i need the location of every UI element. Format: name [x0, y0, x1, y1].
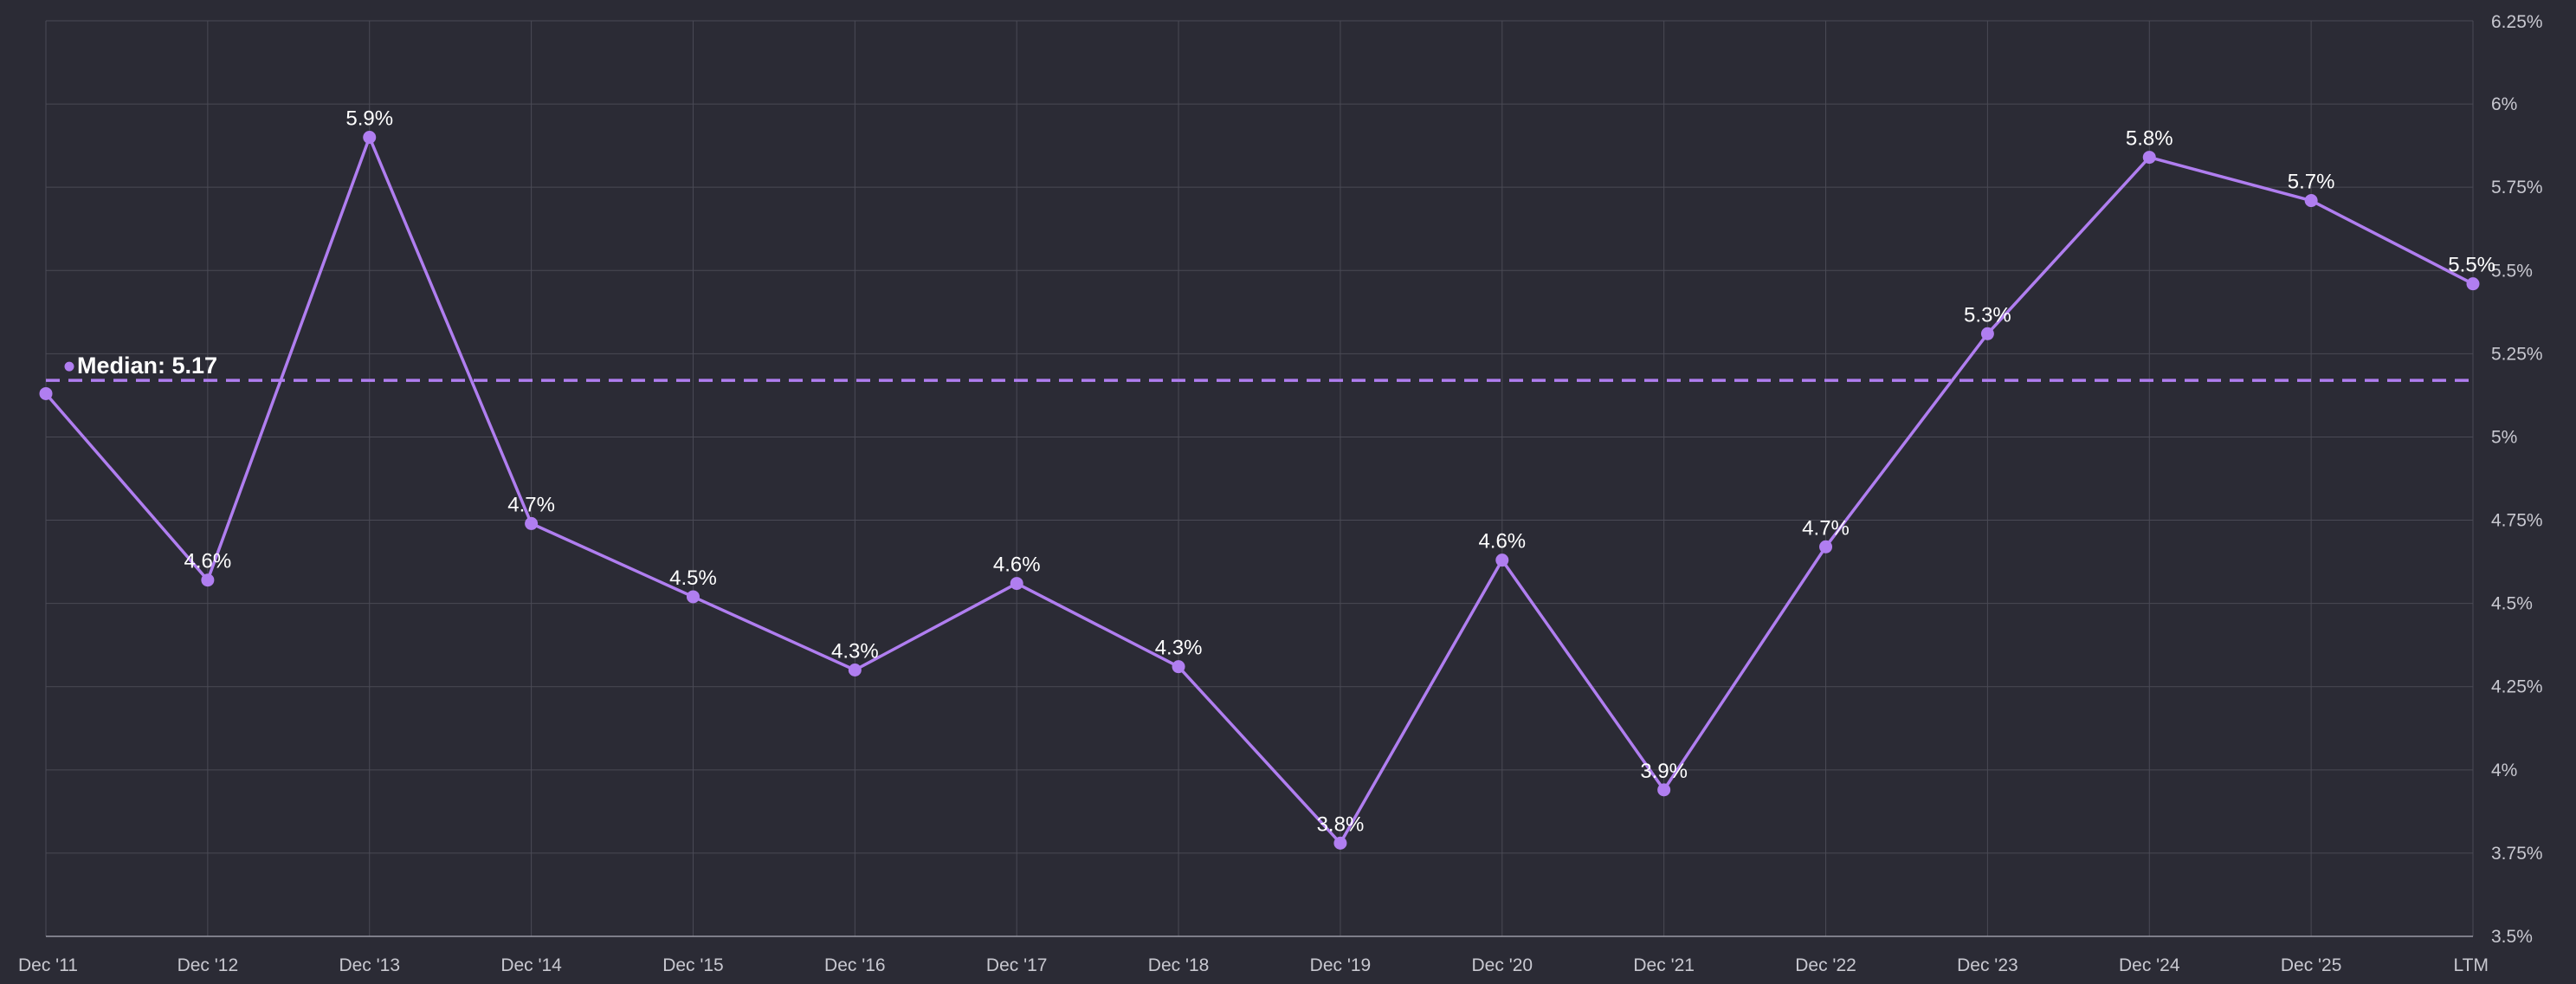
- data-point: [2142, 151, 2156, 165]
- data-label: 4.6%: [1478, 530, 1526, 554]
- x-tick-label: Dec '25: [2281, 955, 2342, 975]
- data-label: 5.8%: [2126, 127, 2173, 151]
- y-tick-label: 6%: [2491, 94, 2517, 114]
- x-tick-label: Dec '12: [178, 955, 239, 975]
- x-tick-label: Dec '23: [1957, 955, 2018, 975]
- series: [39, 131, 2480, 850]
- y-tick-label: 5%: [2491, 427, 2517, 447]
- y-tick-label: 3.5%: [2491, 927, 2533, 947]
- y-tick-label: 5.25%: [2491, 344, 2543, 364]
- data-label: 4.3%: [831, 640, 879, 664]
- x-tick-label: Dec '22: [1795, 955, 1856, 975]
- y-tick-label: 5.5%: [2491, 261, 2533, 281]
- data-point: [2466, 277, 2480, 291]
- median-marker: [64, 361, 74, 372]
- data-label: 5.7%: [2288, 171, 2335, 194]
- chart-container: 3.5% 3.75% 4% 4.25% 4.5% 4.75% 5% 5.25% 5.5% 5.75…: [0, 0, 2576, 984]
- data-label: 4.6%: [184, 550, 232, 573]
- y-tick-label: 4.75%: [2491, 511, 2543, 531]
- x-tick-label: Dec '19: [1310, 955, 1372, 975]
- x-tick-label: Dec '14: [500, 955, 562, 975]
- data-point: [525, 516, 539, 530]
- data-label: 4.7%: [1802, 516, 1850, 540]
- data-point: [1333, 836, 1347, 850]
- data-point: [1657, 783, 1671, 797]
- data-label: 4.5%: [669, 566, 717, 590]
- data-label: 4.3%: [1155, 637, 1203, 660]
- data-point: [1172, 660, 1185, 674]
- data-point: [1495, 554, 1509, 567]
- x-tick-label: Dec '18: [1148, 955, 1210, 975]
- data-point: [1010, 577, 1023, 591]
- data-point: [363, 131, 377, 145]
- y-tick-label: 3.75%: [2491, 844, 2543, 864]
- median-reference: Median: 5.17: [46, 353, 2473, 382]
- series-line: [44, 135, 2474, 845]
- x-tick-label: Dec '11: [18, 955, 78, 975]
- data-point: [848, 664, 862, 677]
- data-point: [2304, 194, 2318, 208]
- x-tick-label: Dec '13: [339, 955, 400, 975]
- data-label: 4.6%: [993, 554, 1041, 577]
- y-tick-label: 4.5%: [2491, 594, 2533, 614]
- data-label: 5.5%: [2448, 254, 2495, 277]
- x-tick-label: Dec '24: [2119, 955, 2180, 975]
- x-tick-label: Dec '20: [1472, 955, 1533, 975]
- data-labels: 4.6% 5.9% 4.7% 4.5% 4.3% 4.6% 4.3% 3.8% 4.6% 3.9%…: [184, 107, 2495, 837]
- data-point: [1980, 327, 1994, 340]
- x-tick-label: LTM: [2454, 955, 2489, 975]
- x-tick-label: Dec '21: [1633, 955, 1695, 975]
- y-tick-label: 6.25%: [2491, 12, 2543, 32]
- data-label: 3.8%: [1317, 812, 1365, 836]
- data-label: 4.7%: [507, 493, 555, 516]
- x-tick-label: Dec '15: [662, 955, 724, 975]
- x-tick-label: Dec '17: [986, 955, 1048, 975]
- data-point: [1819, 540, 1833, 554]
- y-tick-label: 4.25%: [2491, 677, 2543, 697]
- x-tick-label: Dec '16: [824, 955, 886, 975]
- data-point: [39, 386, 53, 400]
- grid: [45, 20, 2474, 936]
- median-label: Median: 5.17: [77, 353, 217, 379]
- data-label: 5.9%: [345, 107, 393, 131]
- data-label: 3.9%: [1640, 760, 1688, 783]
- line-chart: 3.5% 3.75% 4% 4.25% 4.5% 4.75% 5% 5.25% 5.5% 5.75…: [18, 12, 2543, 975]
- y-tick-label: 5.75%: [2491, 178, 2543, 197]
- data-label: 5.3%: [1964, 303, 2011, 327]
- axes: 3.5% 3.75% 4% 4.25% 4.5% 4.75% 5% 5.25% 5.5% 5.75…: [18, 12, 2543, 975]
- data-point: [686, 590, 700, 604]
- y-tick-label: 4%: [2491, 761, 2517, 780]
- data-point: [201, 573, 215, 587]
